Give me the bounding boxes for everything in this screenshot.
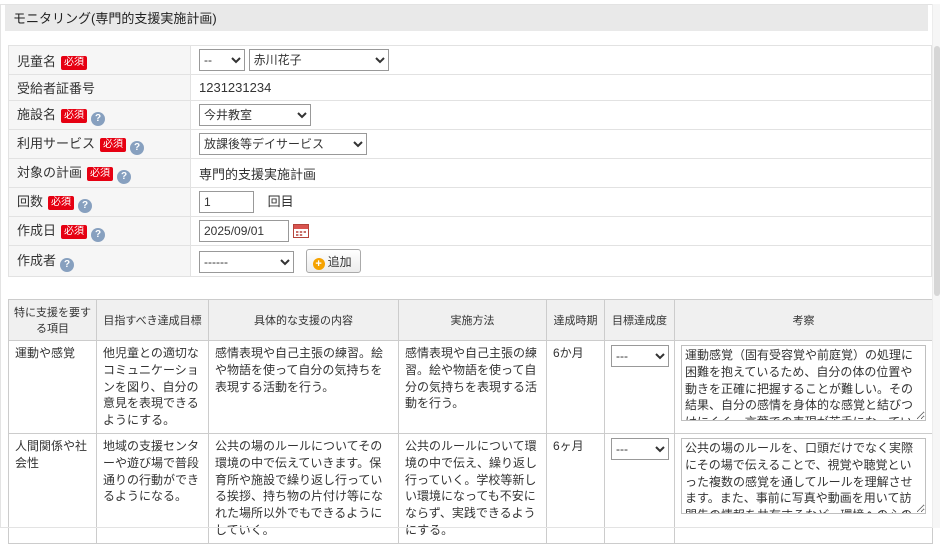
table-row: 運動や感覚 他児童との適切なコミュニケーションを図り、自分の意見を表現できるよう…: [9, 341, 933, 434]
col-header-support: 具体的な支援の内容: [209, 300, 399, 341]
consideration-textarea[interactable]: 運動感覚（固有受容覚や前庭覚）の処理に困難を抱えているため、自分の体の位置や動き…: [681, 345, 926, 421]
help-icon[interactable]: ?: [130, 141, 144, 155]
created-date-label-cell: 作成日必須?: [9, 217, 191, 246]
form-row-created-date: 作成日必須?: [9, 217, 932, 246]
recipient-no-label: 受給者証番号: [17, 81, 95, 96]
date-input[interactable]: [199, 220, 289, 242]
service-label: 利用サービス: [17, 136, 95, 151]
calendar-icon[interactable]: [293, 223, 309, 241]
facility-value-cell: 今井教室: [191, 101, 932, 130]
col-header-method: 実施方法: [399, 300, 547, 341]
cell-support: 感情表現や自己主張の練習。絵や物語を使って自分の気持ちを表現する活動を行う。: [209, 341, 399, 434]
page-scrollbar[interactable]: [932, 4, 940, 528]
col-header-achievement: 目標達成度: [605, 300, 675, 341]
form-row-child-name: 児童名必須 -- 赤川花子: [9, 46, 932, 75]
cell-period: 6ヶ月: [547, 433, 605, 543]
add-author-button[interactable]: +追加: [306, 249, 361, 273]
cell-item: 運動や感覚: [9, 341, 97, 434]
author-label: 作成者: [17, 253, 56, 268]
count-label-cell: 回数必須?: [9, 188, 191, 217]
col-header-goal: 目指すべき達成目標: [97, 300, 209, 341]
facility-select[interactable]: 今井教室: [199, 104, 311, 126]
required-badge: 必須: [48, 196, 74, 210]
achievement-select[interactable]: ---: [611, 438, 669, 460]
facility-label: 施設名: [17, 107, 56, 122]
author-value-cell: ------ +追加: [191, 246, 932, 277]
help-icon[interactable]: ?: [78, 199, 92, 213]
required-badge: 必須: [100, 138, 126, 152]
created-date-value-cell: [191, 217, 932, 246]
child-name-value-cell: -- 赤川花子: [191, 46, 932, 75]
achievement-select[interactable]: ---: [611, 345, 669, 367]
cell-item: 人間関係や社会性: [9, 433, 97, 543]
monitoring-form: 児童名必須 -- 赤川花子 受給者証番号 1231231234 施設名必須? 今…: [8, 45, 932, 277]
form-row-count: 回数必須? 回目: [9, 188, 932, 217]
child-prefix-select[interactable]: --: [199, 49, 245, 71]
cell-consideration: 公共の場のルールを、口頭だけでなく実際にその場で伝えることで、視覚や聴覚といった…: [675, 433, 933, 543]
required-badge: 必須: [61, 225, 87, 239]
page-title: モニタリング(専門的支援実施計画): [5, 4, 928, 31]
col-header-item: 特に支援を要する項目: [9, 300, 97, 341]
table-row: 人間関係や社会性 地域の支援センターや遊び場で普段通りの行動ができるようになる。…: [9, 433, 933, 543]
target-plan-label: 対象の計画: [17, 165, 82, 180]
count-value-cell: 回目: [191, 188, 932, 217]
facility-label-cell: 施設名必須?: [9, 101, 191, 130]
cell-goal: 他児童との適切なコミュニケーションを図り、自分の意見を表現できるようにする。: [97, 341, 209, 434]
cell-goal: 地域の支援センターや遊び場で普段通りの行動ができるようになる。: [97, 433, 209, 543]
author-label-cell: 作成者?: [9, 246, 191, 277]
service-label-cell: 利用サービス必須?: [9, 130, 191, 159]
help-icon[interactable]: ?: [60, 258, 74, 272]
count-input[interactable]: [199, 191, 254, 213]
form-row-facility: 施設名必須? 今井教室: [9, 101, 932, 130]
service-value-cell: 放課後等デイサービス: [191, 130, 932, 159]
cell-consideration: 運動感覚（固有受容覚や前庭覚）の処理に困難を抱えているため、自分の体の位置や動き…: [675, 341, 933, 434]
author-select[interactable]: ------: [199, 251, 294, 273]
child-name-label-cell: 児童名必須: [9, 46, 191, 75]
help-icon[interactable]: ?: [91, 112, 105, 126]
page-scrollbar-thumb[interactable]: [934, 46, 940, 296]
count-label: 回数: [17, 194, 43, 209]
cell-method: 公共のルールについて環境の中で伝え、繰り返し行っていく。学校等新しい環境になって…: [399, 433, 547, 543]
add-button-label: 追加: [328, 255, 352, 269]
target-plan-label-cell: 対象の計画必須?: [9, 159, 191, 188]
form-row-recipient-no: 受給者証番号 1231231234: [9, 75, 932, 101]
form-row-target-plan: 対象の計画必須? 専門的支援実施計画: [9, 159, 932, 188]
form-row-author: 作成者? ------ +追加: [9, 246, 932, 277]
child-name-select[interactable]: 赤川花子: [249, 49, 389, 71]
recipient-no-value: 1231231234: [191, 75, 932, 101]
target-plan-value: 専門的支援実施計画: [191, 159, 932, 188]
cell-achievement: ---: [605, 433, 675, 543]
col-header-consideration: 考察: [675, 300, 933, 341]
recipient-no-label-cell: 受給者証番号: [9, 75, 191, 101]
service-select[interactable]: 放課後等デイサービス: [199, 133, 367, 155]
required-badge: 必須: [61, 56, 87, 70]
cell-achievement: ---: [605, 341, 675, 434]
plus-icon: +: [313, 258, 325, 270]
cell-period: 6か月: [547, 341, 605, 434]
consideration-textarea[interactable]: 公共の場のルールを、口頭だけでなく実際にその場で伝えることで、視覚や聴覚といった…: [681, 438, 926, 514]
count-suffix: 回目: [268, 194, 294, 209]
cell-method: 感情表現や自己主張の練習。絵や物語を使って自分の気持ちを表現する活動を行う。: [399, 341, 547, 434]
table-header-row: 特に支援を要する項目 目指すべき達成目標 具体的な支援の内容 実施方法 達成時期…: [9, 300, 933, 341]
form-row-service: 利用サービス必須? 放課後等デイサービス: [9, 130, 932, 159]
cell-support: 公共の場のルールについてその環境の中で伝えていきます。保育所や施設で繰り返し行っ…: [209, 433, 399, 543]
created-date-label: 作成日: [17, 223, 56, 238]
required-badge: 必須: [87, 167, 113, 181]
monitoring-table: 特に支援を要する項目 目指すべき達成目標 具体的な支援の内容 実施方法 達成時期…: [8, 299, 933, 544]
help-icon[interactable]: ?: [117, 170, 131, 184]
required-badge: 必須: [61, 109, 87, 123]
help-icon[interactable]: ?: [91, 228, 105, 242]
col-header-period: 達成時期: [547, 300, 605, 341]
child-name-label: 児童名: [17, 54, 56, 69]
